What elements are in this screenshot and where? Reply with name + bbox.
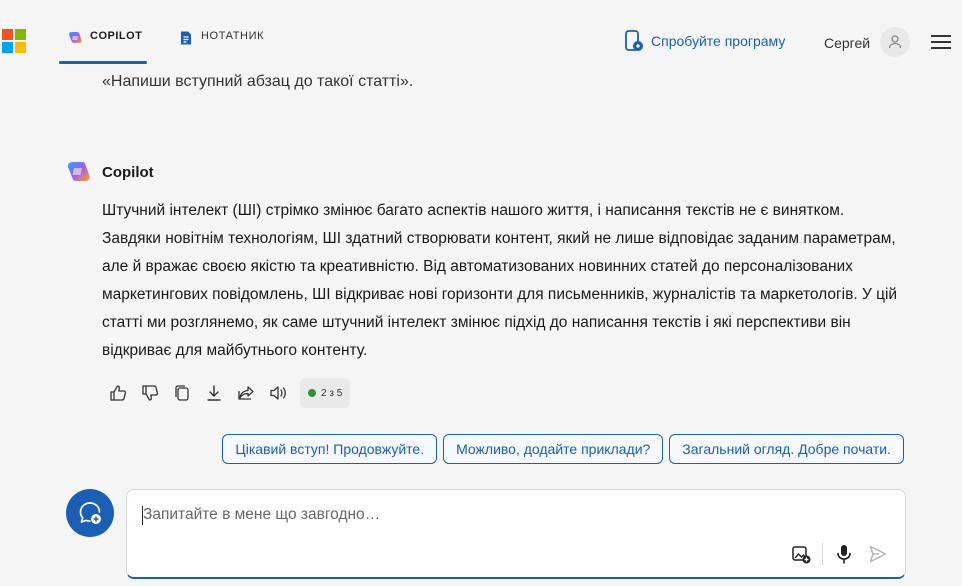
copy-icon	[175, 385, 189, 401]
chat-composer	[126, 489, 906, 579]
page-indicator-text: 2 з 5	[321, 387, 343, 399]
user-message: «Напиши вступний абзац до такої статті».	[102, 73, 414, 90]
suggestion-chip[interactable]: Загальний огляд. Добре почати.	[669, 434, 904, 464]
tab-notebook[interactable]: НОТАТНИК	[178, 30, 264, 64]
share-icon	[238, 386, 254, 400]
microsoft-logo[interactable]	[2, 29, 26, 53]
user-icon	[888, 35, 902, 49]
send-icon	[869, 545, 887, 563]
copy-button[interactable]	[166, 378, 198, 408]
image-add-icon	[792, 546, 811, 564]
chat-input[interactable]	[143, 502, 883, 528]
bot-header: Copilot	[66, 161, 154, 183]
notebook-icon	[181, 31, 191, 45]
message-actions: 2 з 5	[102, 378, 351, 408]
tab-notebook-label: НОТАТНИК	[201, 30, 265, 42]
bot-name: Copilot	[102, 163, 154, 181]
microphone-icon	[837, 545, 851, 564]
response-page-indicator: 2 з 5	[300, 378, 351, 408]
tab-copilot-label: COPILOT	[90, 30, 143, 42]
composer-tools	[784, 541, 895, 567]
user-name[interactable]: Сергей	[824, 35, 870, 51]
hamburger-menu-icon[interactable]	[930, 34, 952, 50]
share-button[interactable]	[230, 378, 262, 408]
new-topic-button[interactable]	[66, 489, 114, 537]
new-chat-icon	[79, 502, 101, 524]
suggestion-chip[interactable]: Цікавий вступ! Продовжуйте.	[222, 434, 438, 464]
bot-message: Штучний інтелект (ШІ) стрімко змінює баг…	[102, 202, 898, 359]
suggestion-chip[interactable]: Можливо, додайте приклади?	[443, 434, 664, 464]
tab-copilot[interactable]: COPILOT	[59, 30, 147, 64]
thumbs-down-icon	[142, 385, 159, 401]
voice-input-button[interactable]	[827, 541, 861, 567]
thumbs-up-icon	[110, 385, 127, 401]
add-image-button[interactable]	[784, 541, 818, 567]
download-button[interactable]	[198, 378, 230, 408]
download-icon	[207, 385, 221, 401]
read-aloud-button[interactable]	[262, 378, 294, 408]
speaker-icon	[270, 386, 286, 400]
avatar[interactable]	[880, 27, 910, 57]
top-bar: COPILOT НОТАТНИК Спробуйте програму Серг…	[0, 0, 962, 66]
like-button[interactable]	[102, 378, 134, 408]
copilot-icon	[68, 32, 82, 43]
status-dot	[308, 389, 316, 397]
tools-divider	[822, 543, 823, 565]
send-button[interactable]	[861, 541, 895, 567]
try-app-link[interactable]: Спробуйте програму	[624, 30, 785, 52]
copilot-logo-icon	[67, 162, 90, 181]
phone-app-icon	[625, 30, 643, 51]
suggested-replies: Цікавий вступ! Продовжуйте. Можливо, дод…	[222, 434, 904, 464]
try-app-label: Спробуйте програму	[651, 33, 786, 49]
dislike-button[interactable]	[134, 378, 166, 408]
